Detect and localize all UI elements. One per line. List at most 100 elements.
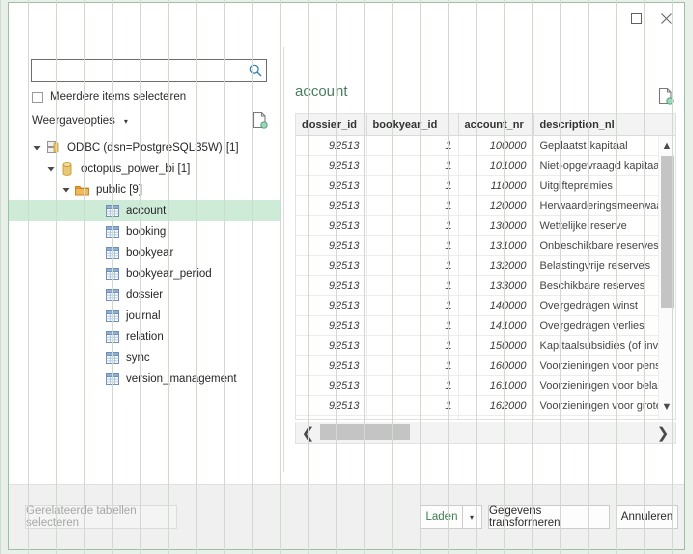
database-icon xyxy=(58,161,76,176)
background-stripe xyxy=(224,0,225,554)
table-row[interactable]: 925131101000Niet-opgevraagd kapitaal xyxy=(296,155,675,176)
background-stripe xyxy=(308,0,309,554)
horizontal-scrollbar[interactable]: ❮ ❯ xyxy=(295,422,676,444)
search-icon[interactable] xyxy=(244,60,266,81)
table-row[interactable]: 925131165000Voorzieningen voor overige r… xyxy=(296,415,675,419)
column-header-bookyear_id[interactable]: bookyear_id xyxy=(366,114,459,136)
table-cell: 92513 xyxy=(296,155,367,176)
title-bar xyxy=(9,3,684,33)
tree-item-bookyear_period[interactable]: bookyear_period xyxy=(9,263,281,284)
table-cell: 92513 xyxy=(296,395,367,416)
table-row[interactable]: 925131141000Overgedragen verlies xyxy=(296,315,675,336)
tree-item-label: public [9] xyxy=(96,183,143,196)
object-tree[interactable]: ODBC (dsn=PostgreSQL35W) [1] octopus_powe… xyxy=(9,137,281,484)
tree-item-label: octopus_power_bi [1] xyxy=(81,162,191,175)
cancel-button[interactable]: Annuleren xyxy=(616,505,678,529)
table-row[interactable]: 925131150000Kapitaalsubsidies (of invest… xyxy=(296,335,675,356)
background-stripe xyxy=(0,0,1,554)
table-cell: 1 xyxy=(366,235,459,256)
transform-data-button[interactable]: Gegevens transformeren xyxy=(488,505,610,529)
tree-item-journal[interactable]: journal xyxy=(9,305,281,326)
table-cell: 92513 xyxy=(296,215,367,236)
table-cell: Beschikbare reserves xyxy=(533,275,675,296)
table-cell: 92513 xyxy=(296,135,367,156)
horizontal-scroll-track[interactable] xyxy=(320,422,651,444)
background-stripe xyxy=(560,0,561,554)
background-stripe xyxy=(476,0,477,554)
tree-item-label: dossier xyxy=(126,288,164,301)
column-header-description_nl[interactable]: description_nl xyxy=(533,114,675,136)
data-preview-grid[interactable]: dossier_id bookyear_id account_nr descripti… xyxy=(295,113,676,420)
tree-item-dossier[interactable]: dossier xyxy=(9,284,281,305)
tree-item-odbc-dsn-postgresql35w-1-[interactable]: ODBC (dsn=PostgreSQL35W) [1] xyxy=(9,137,281,158)
table-cell: 132000 xyxy=(458,255,534,276)
table-cell: 92513 xyxy=(296,255,367,276)
maximize-icon[interactable] xyxy=(621,3,651,33)
tree-item-public-9-[interactable]: public [9] xyxy=(9,179,281,200)
table-cell: Overgedragen winst xyxy=(533,295,675,316)
table-cell: 100000 xyxy=(458,135,534,156)
tree-item-octopus_power_bi-1-[interactable]: octopus_power_bi [1] xyxy=(9,158,281,179)
tree-item-relation[interactable]: relation xyxy=(9,326,281,347)
select-related-tables-button[interactable]: Gerelateerde tabellen selecteren xyxy=(25,505,177,529)
table-cell: 1 xyxy=(366,415,459,419)
table-row[interactable]: 925131161000Voorzieningen voor belasting… xyxy=(296,375,675,396)
table-cell: 1 xyxy=(366,315,459,336)
tree-item-label: version_management xyxy=(126,372,237,385)
load-dropdown-button[interactable]: ▾ xyxy=(462,505,482,529)
tree-item-label: relation xyxy=(126,330,164,343)
table-row[interactable]: 925131162000Voorzieningen voor grote her… xyxy=(296,395,675,416)
column-header-account_nr[interactable]: account_nr xyxy=(458,114,534,136)
tree-item-version_management[interactable]: version_management xyxy=(9,368,281,389)
table-cell: 120000 xyxy=(458,195,534,216)
column-header-dossier_id[interactable]: dossier_id xyxy=(296,114,367,136)
table-cell: 162000 xyxy=(458,395,534,416)
background-stripe xyxy=(448,0,449,554)
table-cell: 92513 xyxy=(296,415,367,419)
tree-item-label: sync xyxy=(126,351,150,364)
background-stripe xyxy=(168,0,169,554)
background-stripe xyxy=(644,0,645,554)
tree-item-sync[interactable]: sync xyxy=(9,347,281,368)
table-cell: 161000 xyxy=(458,375,534,396)
table-cell: 130000 xyxy=(458,215,534,236)
table-row[interactable]: 925131140000Overgedragen winst xyxy=(296,295,675,316)
table-row[interactable]: 925131120000Herwaarderingsmeerwaarden xyxy=(296,195,675,216)
table-cell: Uitgiftepremies xyxy=(533,175,675,196)
search-box[interactable] xyxy=(31,59,267,82)
table-row[interactable]: 925131100000Geplaatst kapitaal xyxy=(296,135,675,156)
table-cell: Geplaatst kapitaal xyxy=(533,135,675,156)
background-stripe xyxy=(420,0,421,554)
load-button[interactable]: Laden xyxy=(420,505,462,529)
tree-item-bookyear[interactable]: bookyear xyxy=(9,242,281,263)
background-stripe xyxy=(56,0,57,554)
close-icon[interactable] xyxy=(651,3,681,33)
table-cell: 1 xyxy=(366,255,459,276)
multi-select-checkbox[interactable] xyxy=(32,91,43,103)
tree-twisty-icon[interactable] xyxy=(59,186,73,194)
chevron-down-icon[interactable]: ▾ xyxy=(124,117,128,126)
table-cell: Wettelijke reserve xyxy=(533,215,675,236)
dialog-footer: Gerelateerde tabellen selecteren Laden ▾… xyxy=(9,484,684,549)
table-row[interactable]: 925131131000Onbeschikbare reserves xyxy=(296,235,675,256)
tree-item-account[interactable]: account xyxy=(9,200,281,221)
table-cell: 141000 xyxy=(458,315,534,336)
tree-item-booking[interactable]: booking xyxy=(9,221,281,242)
view-options-dropdown[interactable]: Weergaveopties ▾ xyxy=(32,115,128,127)
document-refresh-icon[interactable] xyxy=(252,111,268,129)
background-stripe xyxy=(364,0,365,554)
horizontal-scroll-thumb[interactable] xyxy=(320,423,410,440)
table-row[interactable]: 925131110000Uitgiftepremies xyxy=(296,175,675,196)
background-stripe xyxy=(196,0,197,554)
table-row[interactable]: 925131133000Beschikbare reserves xyxy=(296,275,675,296)
table-cell: 92513 xyxy=(296,315,367,336)
table-cell: Voorzieningen voor belastingen xyxy=(533,375,675,396)
table-row[interactable]: 925131160000Voorzieningen voor pensioene… xyxy=(296,355,675,376)
table-row[interactable]: 925131130000Wettelijke reserve xyxy=(296,215,675,236)
tree-item-label: bookyear xyxy=(126,246,174,259)
view-options-label: Weergaveopties xyxy=(32,115,115,127)
table-row[interactable]: 925131132000Belastingvrije reserves xyxy=(296,255,675,276)
tree-twisty-icon[interactable] xyxy=(30,144,44,152)
background-stripe xyxy=(336,0,337,554)
background-stripe xyxy=(280,0,281,554)
